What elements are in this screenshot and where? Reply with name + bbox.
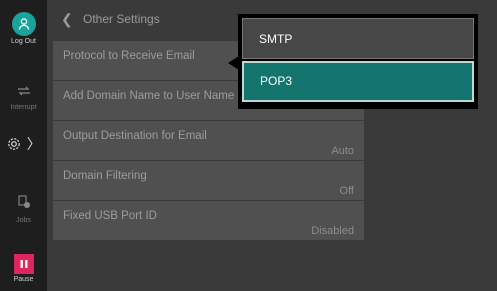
jobs-label: Jobs xyxy=(16,217,31,224)
gear-icon xyxy=(6,136,22,157)
settings-nav-button[interactable]: 〉 xyxy=(0,136,47,157)
setting-label: Protocol to Receive Email xyxy=(63,50,195,62)
interrupt-label: Interrupt xyxy=(10,104,37,111)
interrupt-button[interactable]: Interrupt xyxy=(0,84,47,111)
logout-label: Log Out xyxy=(11,38,36,45)
setting-label: Domain Filtering xyxy=(63,170,147,182)
setting-label: Add Domain Name to User Name xyxy=(63,90,235,102)
setting-value: Off xyxy=(339,185,354,197)
pause-icon xyxy=(13,254,34,274)
option-smtp[interactable]: SMTP xyxy=(242,18,474,59)
chevron-left-icon[interactable]: ❮ xyxy=(61,11,73,28)
jobs-button[interactable]: Jobs xyxy=(0,194,47,224)
jobs-icon xyxy=(16,195,32,214)
side-rail: Log Out Interrupt 〉 Jobs Pause xyxy=(0,0,47,291)
option-pop3[interactable]: POP3 xyxy=(242,61,474,102)
chevron-right-icon: 〉 xyxy=(26,136,41,152)
setting-label: Fixed USB Port ID xyxy=(63,210,157,222)
setting-row-domain-filtering[interactable]: Domain Filtering Off xyxy=(53,161,364,201)
pause-button[interactable]: Pause xyxy=(0,254,47,283)
logout-button[interactable]: Log Out xyxy=(0,12,47,45)
setting-value: Auto xyxy=(331,145,354,157)
setting-row-output-destination[interactable]: Output Destination for Email Auto xyxy=(53,121,364,161)
protocol-options-popup: SMTP POP3 xyxy=(238,14,478,109)
pause-label: Pause xyxy=(13,276,34,283)
person-icon xyxy=(11,12,36,36)
setting-label: Output Destination for Email xyxy=(63,130,207,142)
setting-row-fixed-usb-port[interactable]: Fixed USB Port ID Disabled xyxy=(53,201,364,241)
page-title: Other Settings xyxy=(83,12,160,26)
interrupt-arrows-icon xyxy=(16,84,32,101)
setting-value: Disabled xyxy=(311,225,354,237)
